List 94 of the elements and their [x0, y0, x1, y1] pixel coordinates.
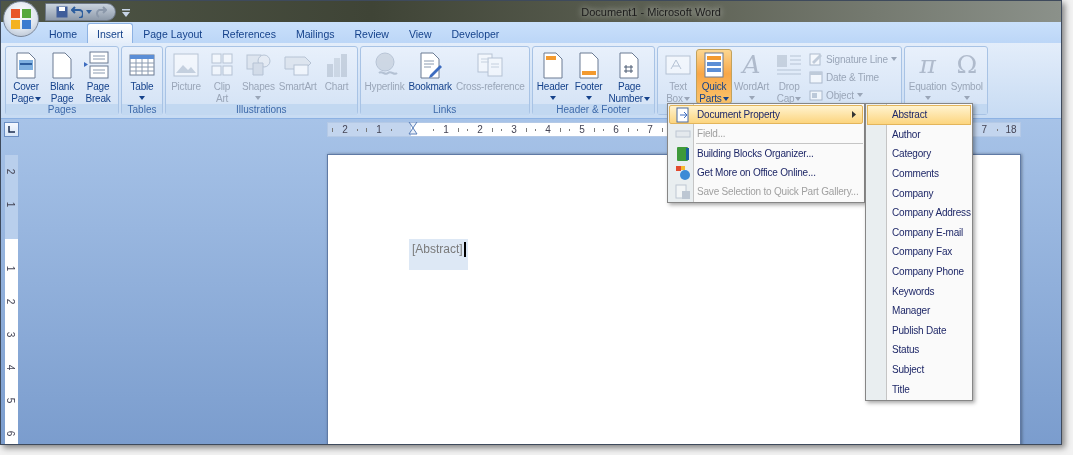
ribbon-tab[interactable]: Home	[39, 23, 87, 43]
caret-icon	[963, 95, 970, 100]
ribbon-tab[interactable]: View	[398, 23, 442, 43]
ruler-number: 2	[5, 298, 17, 305]
ruler-number: 18	[1005, 124, 1017, 135]
ribbon-tab[interactable]: References	[212, 23, 286, 43]
menu-item[interactable]: Category	[867, 144, 971, 164]
ruler-number: 1	[5, 201, 17, 208]
save-selection-icon	[674, 183, 691, 200]
ruler-number: 4	[545, 124, 551, 135]
ruler-number: 5	[5, 397, 17, 404]
ribbon-button[interactable]: Footer	[570, 49, 607, 104]
caret-icon	[585, 95, 592, 100]
ruler-number: 3	[511, 124, 517, 135]
ruler-number: 1	[443, 124, 449, 135]
ruler-number: 1	[376, 124, 382, 135]
left-tab-icon	[7, 126, 15, 133]
caret-icon	[549, 95, 556, 100]
menu-item[interactable]: Title	[867, 379, 971, 399]
menu-item[interactable]: Publish Date	[867, 320, 971, 341]
indent-marker-icon	[407, 122, 418, 137]
caret-icon	[748, 95, 755, 100]
ribbon-button[interactable]: Bookmark	[406, 49, 454, 104]
menu-item[interactable]: Keywords	[867, 281, 971, 301]
caret-icon	[34, 97, 41, 101]
caret-icon	[683, 97, 690, 101]
ribbon-tab[interactable]: Mailings	[285, 23, 345, 43]
book-icon	[674, 145, 691, 162]
caret-icon	[856, 93, 863, 97]
ruler-number: 4	[5, 364, 17, 371]
calendar-icon	[809, 70, 824, 84]
signature-icon	[809, 52, 824, 66]
ruler-number: 2	[5, 168, 17, 175]
ruler-number: 7	[981, 124, 988, 135]
ruler-number: 1	[5, 265, 17, 272]
colorful-globe-icon	[674, 164, 691, 181]
ruler-number: 3	[5, 331, 17, 338]
menu-item[interactable]: Company	[867, 183, 971, 203]
menu-item[interactable]: Author	[867, 124, 971, 145]
submenu-arrow-icon	[852, 111, 856, 118]
ribbon-button[interactable]: Header	[534, 49, 571, 104]
menu-item[interactable]: Comments	[867, 163, 971, 184]
ruler-number: 7	[647, 124, 653, 135]
menu-item[interactable]: Company Fax	[867, 242, 971, 262]
text-cursor	[463, 242, 466, 257]
menu-item[interactable]: Abstract	[867, 105, 971, 125]
group-label: Illustrations	[166, 104, 357, 115]
ribbon-button[interactable]: Cover Page	[8, 49, 44, 104]
redo-icon	[95, 5, 107, 18]
ribbon-button[interactable]: Quick Parts	[695, 49, 732, 104]
object-icon	[809, 88, 824, 102]
tab-selector-button[interactable]	[3, 122, 19, 137]
save-icon	[56, 5, 68, 18]
customize-toolbar-icon	[122, 8, 130, 17]
menu-item[interactable]: Subject	[867, 359, 971, 380]
ribbon-tab[interactable]: Review	[344, 23, 399, 43]
menu-item[interactable]: Status	[867, 340, 971, 360]
ribbon-tab[interactable]: Insert	[87, 23, 134, 43]
menu-item[interactable]: Manager	[867, 300, 971, 321]
ribbon-button[interactable]: Table	[124, 49, 160, 104]
ribbon-button[interactable]: Page Break	[80, 49, 116, 104]
ribbon-tab[interactable]: Page Layout	[133, 23, 213, 43]
undo-icon	[71, 5, 83, 18]
dropdown-caret-icon	[86, 9, 92, 14]
content-control[interactable]: [Abstract]	[409, 239, 468, 270]
table-icon	[126, 51, 158, 79]
ribbon-button[interactable]: Page Number	[606, 49, 652, 104]
group-label: Pages	[6, 104, 118, 115]
menu-item[interactable]: Get More on Office Online...	[669, 163, 863, 182]
menu-item[interactable]: Company Phone	[867, 261, 971, 282]
ribbon-button[interactable]: Blank Page	[44, 49, 80, 104]
ruler-number: 5	[579, 124, 585, 135]
ribbon-tab[interactable]: Developer	[441, 23, 510, 43]
ruler-number: 2	[342, 124, 348, 135]
caret-icon	[139, 95, 145, 100]
group-label: Tables	[122, 104, 162, 115]
menu-item[interactable]: Building Blocks Organizer...	[669, 144, 863, 163]
office-logo-icon	[10, 8, 32, 30]
ruler-number: 6	[5, 430, 17, 437]
ruler-number: 2	[477, 124, 483, 135]
menu-item[interactable]: Document Property	[669, 105, 863, 124]
caret-icon	[722, 97, 729, 101]
caret-icon	[255, 95, 262, 100]
group-label: Header & Footer	[532, 104, 654, 115]
caret-icon	[795, 97, 802, 101]
window-title: Document1 - Microsoft Word	[581, 5, 721, 18]
image-icon	[170, 51, 202, 79]
menu-item[interactable]: Company Address	[867, 202, 971, 223]
menu-item[interactable]: Company E-mail	[867, 222, 971, 243]
group-label: Links	[360, 104, 529, 115]
caret-icon	[890, 57, 897, 61]
caret-icon	[924, 95, 931, 100]
caret-icon	[643, 97, 650, 101]
ruler-number: 6	[613, 124, 619, 135]
